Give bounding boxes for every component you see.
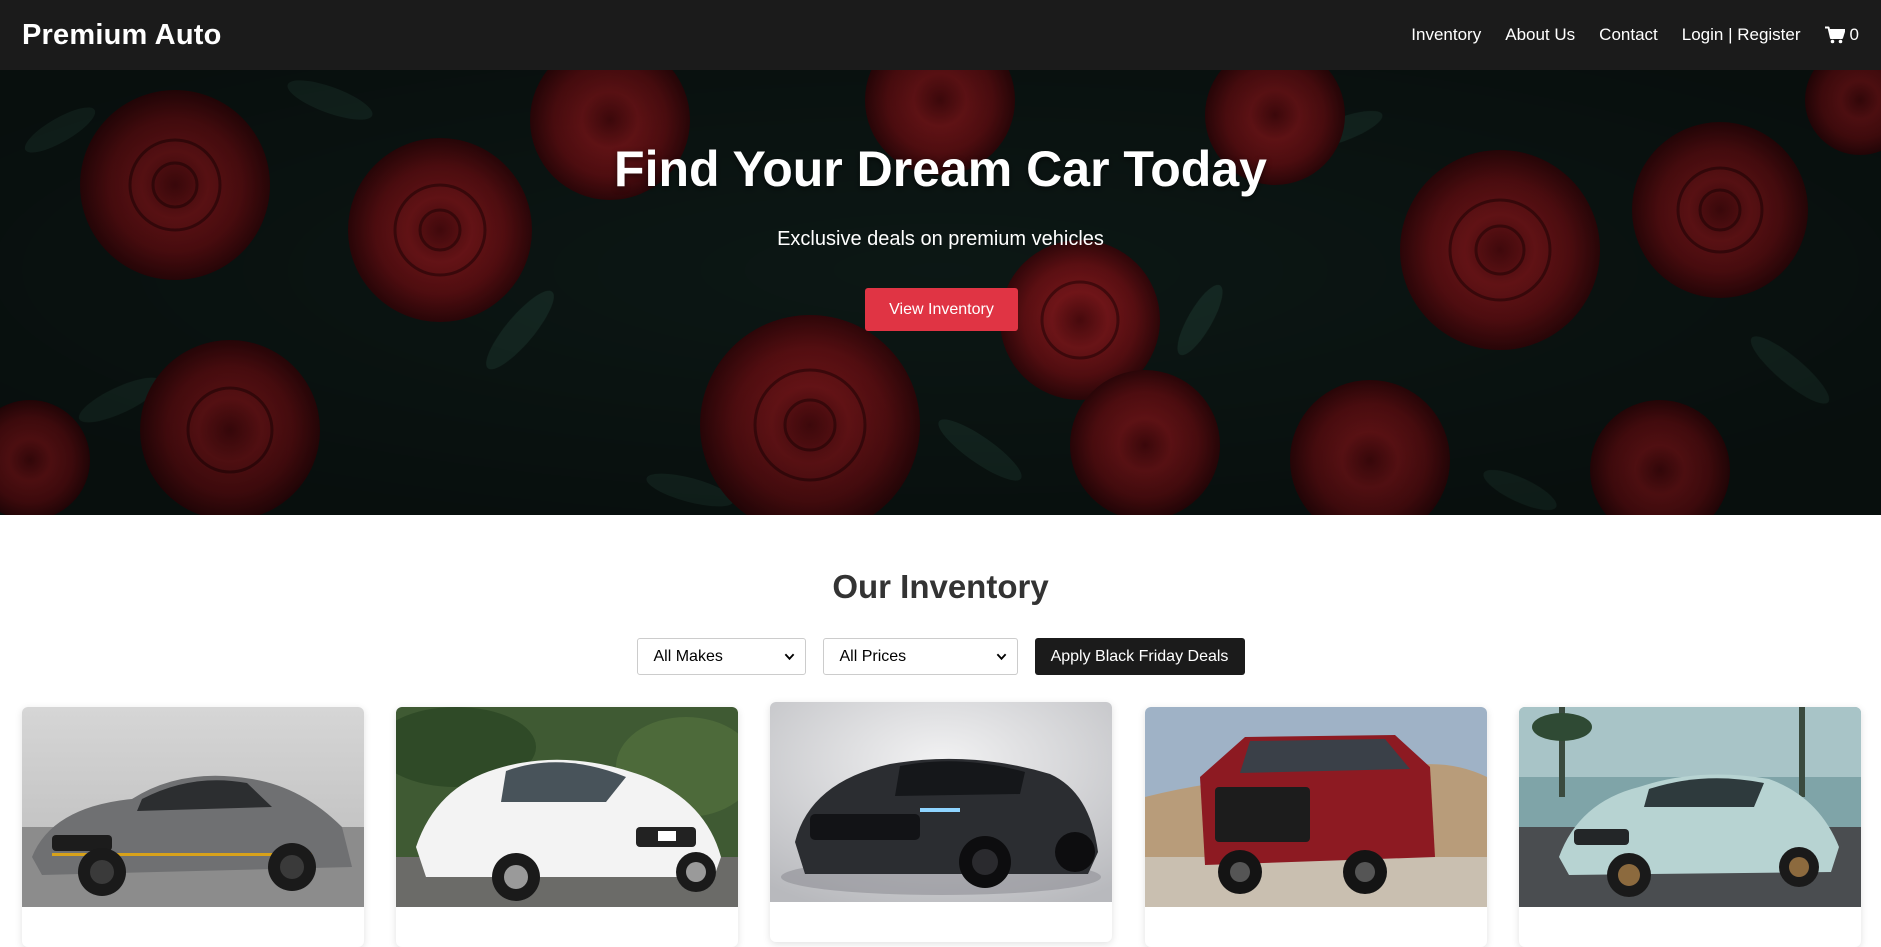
chevron-down-icon: [784, 653, 794, 661]
make-filter-value: All Makes: [653, 647, 723, 665]
car-photo-blue-sedan: [1519, 707, 1861, 907]
make-filter-select[interactable]: All Makes: [636, 638, 806, 675]
car-card[interactable]: [1519, 707, 1861, 947]
nav-links: Inventory About Us Contact Login | Regis…: [1411, 25, 1859, 45]
cart-button[interactable]: 0: [1824, 25, 1859, 45]
hero-content: Find Your Dream Car Today Exclusive deal…: [0, 70, 1881, 515]
car-photo-red-suv: [1145, 707, 1487, 907]
car-card[interactable]: [770, 702, 1112, 942]
view-inventory-button[interactable]: View Inventory: [865, 288, 1018, 331]
shopping-cart-icon: [1824, 26, 1845, 44]
inventory-title: Our Inventory: [832, 568, 1049, 605]
car-card[interactable]: [1145, 707, 1487, 947]
car-card[interactable]: [22, 707, 364, 947]
cart-count: 0: [1849, 25, 1859, 44]
car-photo-white-sedan: [396, 707, 738, 907]
nav-link-inventory[interactable]: Inventory: [1411, 25, 1481, 45]
navbar: Premium Auto Inventory About Us Contact …: [0, 0, 1881, 70]
price-filter-select[interactable]: All Prices: [822, 638, 1018, 675]
apply-black-friday-deals-button[interactable]: Apply Black Friday Deals: [1034, 638, 1245, 675]
inventory-filters: All Makes All Prices Apply Black Friday …: [0, 638, 1881, 675]
nav-link-contact[interactable]: Contact: [1599, 25, 1658, 45]
car-card[interactable]: [396, 707, 738, 947]
hero-banner: Find Your Dream Car Today Exclusive deal…: [0, 70, 1881, 515]
car-photo-grey-coupe: [22, 707, 364, 907]
hero-title: Find Your Dream Car Today: [614, 141, 1267, 197]
chevron-down-icon: [996, 653, 1006, 661]
hero-subtitle: Exclusive deals on premium vehicles: [777, 228, 1104, 250]
nav-link-login-register[interactable]: Login | Register: [1682, 25, 1801, 45]
price-filter-value: All Prices: [839, 647, 907, 665]
nav-link-about[interactable]: About Us: [1505, 25, 1575, 45]
brand-logo[interactable]: Premium Auto: [22, 19, 222, 52]
car-photo-dark-mustang: [770, 702, 1112, 902]
